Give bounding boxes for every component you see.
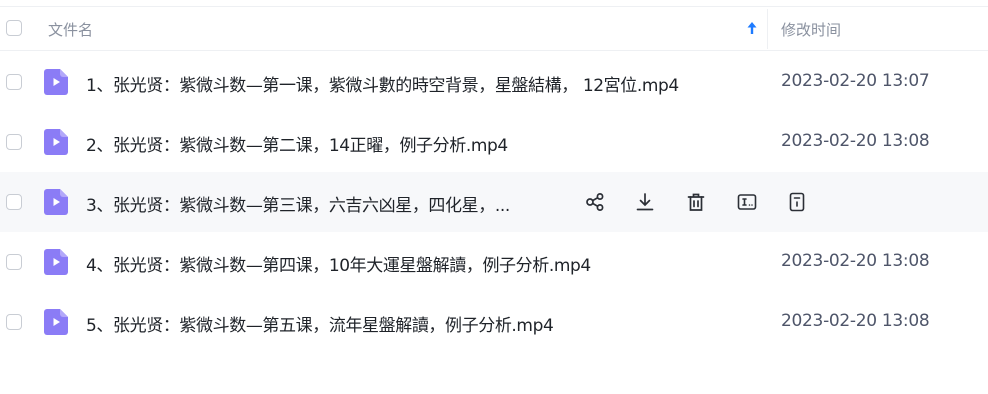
file-row[interactable]: 2、张光贤：紫微斗数—第二课，14正曜，例子分析.mp4 2023-02-20 … [0, 112, 988, 172]
row-checkbox[interactable] [6, 254, 22, 270]
column-divider[interactable] [767, 9, 768, 49]
file-modified-time: 2023-02-20 13:08 [781, 311, 930, 331]
file-name[interactable]: 2、张光贤：紫微斗数—第二课，14正曜，例子分析.mp4 [86, 131, 508, 156]
video-file-icon [44, 249, 68, 275]
row-checkbox[interactable] [6, 134, 22, 150]
video-file-icon [44, 69, 68, 95]
row-checkbox[interactable] [6, 74, 22, 90]
column-header-modified[interactable]: 修改时间 [781, 19, 841, 40]
file-row[interactable]: 4、张光贤：紫微斗数—第四课，10年大運星盤解讀，例子分析.mp4 2023-0… [0, 232, 988, 292]
file-modified-time: 2023-02-20 13:08 [781, 131, 930, 151]
file-modified-time: 2023-02-20 13:07 [781, 71, 930, 91]
arrow-up-icon[interactable] [744, 19, 760, 37]
file-name[interactable]: 1、张光贤：紫微斗数—第一课，紫微斗數的時空背景，星盤結構， 12宮位.mp4 [86, 71, 679, 96]
file-row-hovered[interactable]: 3、张光贤：紫微斗数—第三课，六吉六凶星，四化星，... [0, 172, 988, 232]
details-icon[interactable] [786, 191, 808, 213]
video-file-icon [44, 129, 68, 155]
delete-icon[interactable] [685, 191, 707, 213]
file-name[interactable]: 5、张光贤：紫微斗数—第五课，流年星盤解讀，例子分析.mp4 [86, 311, 554, 336]
rename-icon[interactable] [736, 191, 758, 213]
share-icon[interactable] [584, 191, 606, 213]
file-row[interactable]: 1、张光贤：紫微斗数—第一课，紫微斗數的時空背景，星盤結構， 12宮位.mp4 … [0, 52, 988, 112]
file-name[interactable]: 4、张光贤：紫微斗数—第四课，10年大運星盤解讀，例子分析.mp4 [86, 251, 591, 276]
column-header-name[interactable]: 文件名 [48, 19, 93, 40]
row-checkbox[interactable] [6, 194, 22, 210]
file-list-header: 文件名 修改时间 [0, 7, 988, 51]
file-row[interactable]: 5、张光贤：紫微斗数—第五课，流年星盤解讀，例子分析.mp4 2023-02-2… [0, 292, 988, 352]
file-modified-time: 2023-02-20 13:08 [781, 251, 930, 271]
video-file-icon [44, 309, 68, 335]
row-checkbox[interactable] [6, 314, 22, 330]
download-icon[interactable] [634, 191, 656, 213]
file-name[interactable]: 3、张光贤：紫微斗数—第三课，六吉六凶星，四化星，... [86, 191, 510, 216]
select-all-checkbox[interactable] [6, 20, 22, 36]
video-file-icon [44, 189, 68, 215]
